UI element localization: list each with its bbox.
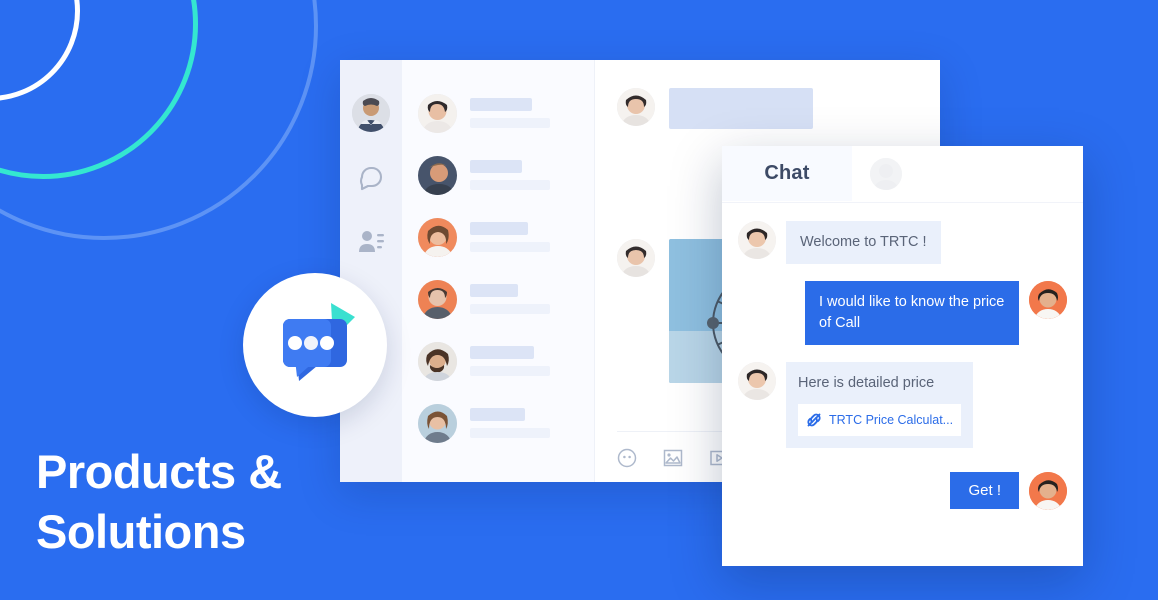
avatar-image xyxy=(418,217,457,257)
action-row: Get ! xyxy=(738,472,1067,511)
sidebar-item-chats[interactable] xyxy=(354,162,388,196)
page-root: Chat Welcome to TRTC ! I would like to k… xyxy=(0,0,1158,600)
list-item[interactable] xyxy=(402,268,594,330)
tab-chat-label: Chat xyxy=(764,162,810,184)
chat-bubble-icon xyxy=(360,166,383,191)
avatar-image xyxy=(738,362,776,401)
list-item-text xyxy=(470,160,580,190)
list-item-title xyxy=(470,284,518,297)
message-row-user-1: I would like to know the price of Call xyxy=(738,281,1067,346)
message-row xyxy=(595,88,940,129)
list-item-text xyxy=(470,408,580,438)
message-bubble: Welcome to TRTC ! xyxy=(786,221,941,265)
avatar[interactable] xyxy=(352,94,390,132)
message-bubble: I would like to know the price of Call xyxy=(805,281,1019,346)
avatar-image xyxy=(1029,281,1067,320)
list-item-title xyxy=(470,98,532,111)
list-item[interactable] xyxy=(402,330,594,392)
list-item-title xyxy=(470,160,522,173)
list-item-title xyxy=(470,346,534,359)
list-item[interactable] xyxy=(402,206,594,268)
brand-logo-badge xyxy=(243,273,387,417)
list-item[interactable] xyxy=(402,392,594,454)
sidebar-rail xyxy=(340,60,402,482)
avatar-image xyxy=(418,341,457,381)
avatar xyxy=(418,341,457,381)
page-title-line2: Solutions xyxy=(36,504,246,558)
message-text: Here is detailed price xyxy=(798,375,935,392)
emoji-button[interactable] xyxy=(617,448,637,468)
list-item-title xyxy=(470,222,528,235)
avatar-image xyxy=(738,221,776,259)
chat-messages: Welcome to TRTC ! I would like to know t… xyxy=(722,203,1083,566)
avatar-image xyxy=(418,403,457,443)
list-item-text xyxy=(470,98,580,128)
avatar xyxy=(1029,281,1067,320)
image-icon xyxy=(663,449,683,467)
avatar xyxy=(418,217,457,257)
avatar-image xyxy=(352,94,390,132)
avatar-image xyxy=(617,88,655,126)
message-row-agent-1: Welcome to TRTC ! xyxy=(738,221,1067,265)
contacts-icon xyxy=(359,231,384,252)
link-card-label: TRTC Price Calculat... xyxy=(829,413,954,428)
page-title: Products & Solutions xyxy=(36,442,282,562)
avatar-image xyxy=(418,279,457,319)
link-icon xyxy=(807,413,821,427)
avatar xyxy=(418,403,457,443)
avatar xyxy=(617,88,655,126)
list-item-subtitle xyxy=(470,428,550,438)
get-button[interactable]: Get ! xyxy=(950,472,1019,510)
message-bubble-with-link: Here is detailed price TRTC Price Calcul… xyxy=(786,362,974,449)
tab-chat[interactable]: Chat xyxy=(722,146,852,201)
trtc-chat-logo-icon xyxy=(283,303,355,381)
list-item-title xyxy=(470,408,525,421)
sidebar-item-contacts[interactable] xyxy=(354,226,388,260)
avatar-image xyxy=(617,239,655,277)
contact-list[interactable] xyxy=(402,60,595,482)
message-placeholder xyxy=(669,88,813,129)
avatar xyxy=(418,279,457,319)
list-item-subtitle xyxy=(470,304,550,314)
list-item-text xyxy=(470,284,580,314)
list-item-subtitle xyxy=(470,366,550,376)
page-title-line1: Products & xyxy=(36,444,282,498)
avatar xyxy=(738,221,776,259)
list-item-text xyxy=(470,346,580,376)
link-card[interactable]: TRTC Price Calculat... xyxy=(798,404,962,437)
avatar xyxy=(418,93,457,133)
list-item-text xyxy=(470,222,580,252)
avatar-image xyxy=(418,155,457,195)
list-item-subtitle xyxy=(470,118,550,128)
header-avatar[interactable] xyxy=(870,158,902,190)
list-item[interactable] xyxy=(402,144,594,206)
avatar-image xyxy=(870,158,902,190)
avatar xyxy=(617,239,655,277)
avatar xyxy=(738,362,776,401)
emoji-icon xyxy=(617,448,637,468)
image-button[interactable] xyxy=(663,448,683,468)
avatar-image xyxy=(1029,472,1067,511)
list-item-subtitle xyxy=(470,242,550,252)
chat-header: Chat xyxy=(722,146,1083,203)
list-item[interactable] xyxy=(402,82,594,144)
chat-widget: Chat Welcome to TRTC ! I would like to k… xyxy=(722,146,1083,566)
avatar xyxy=(418,155,457,195)
avatar xyxy=(1029,472,1067,511)
avatar-image xyxy=(418,93,457,133)
list-item-subtitle xyxy=(470,180,550,190)
message-row-agent-2: Here is detailed price TRTC Price Calcul… xyxy=(738,362,1067,449)
